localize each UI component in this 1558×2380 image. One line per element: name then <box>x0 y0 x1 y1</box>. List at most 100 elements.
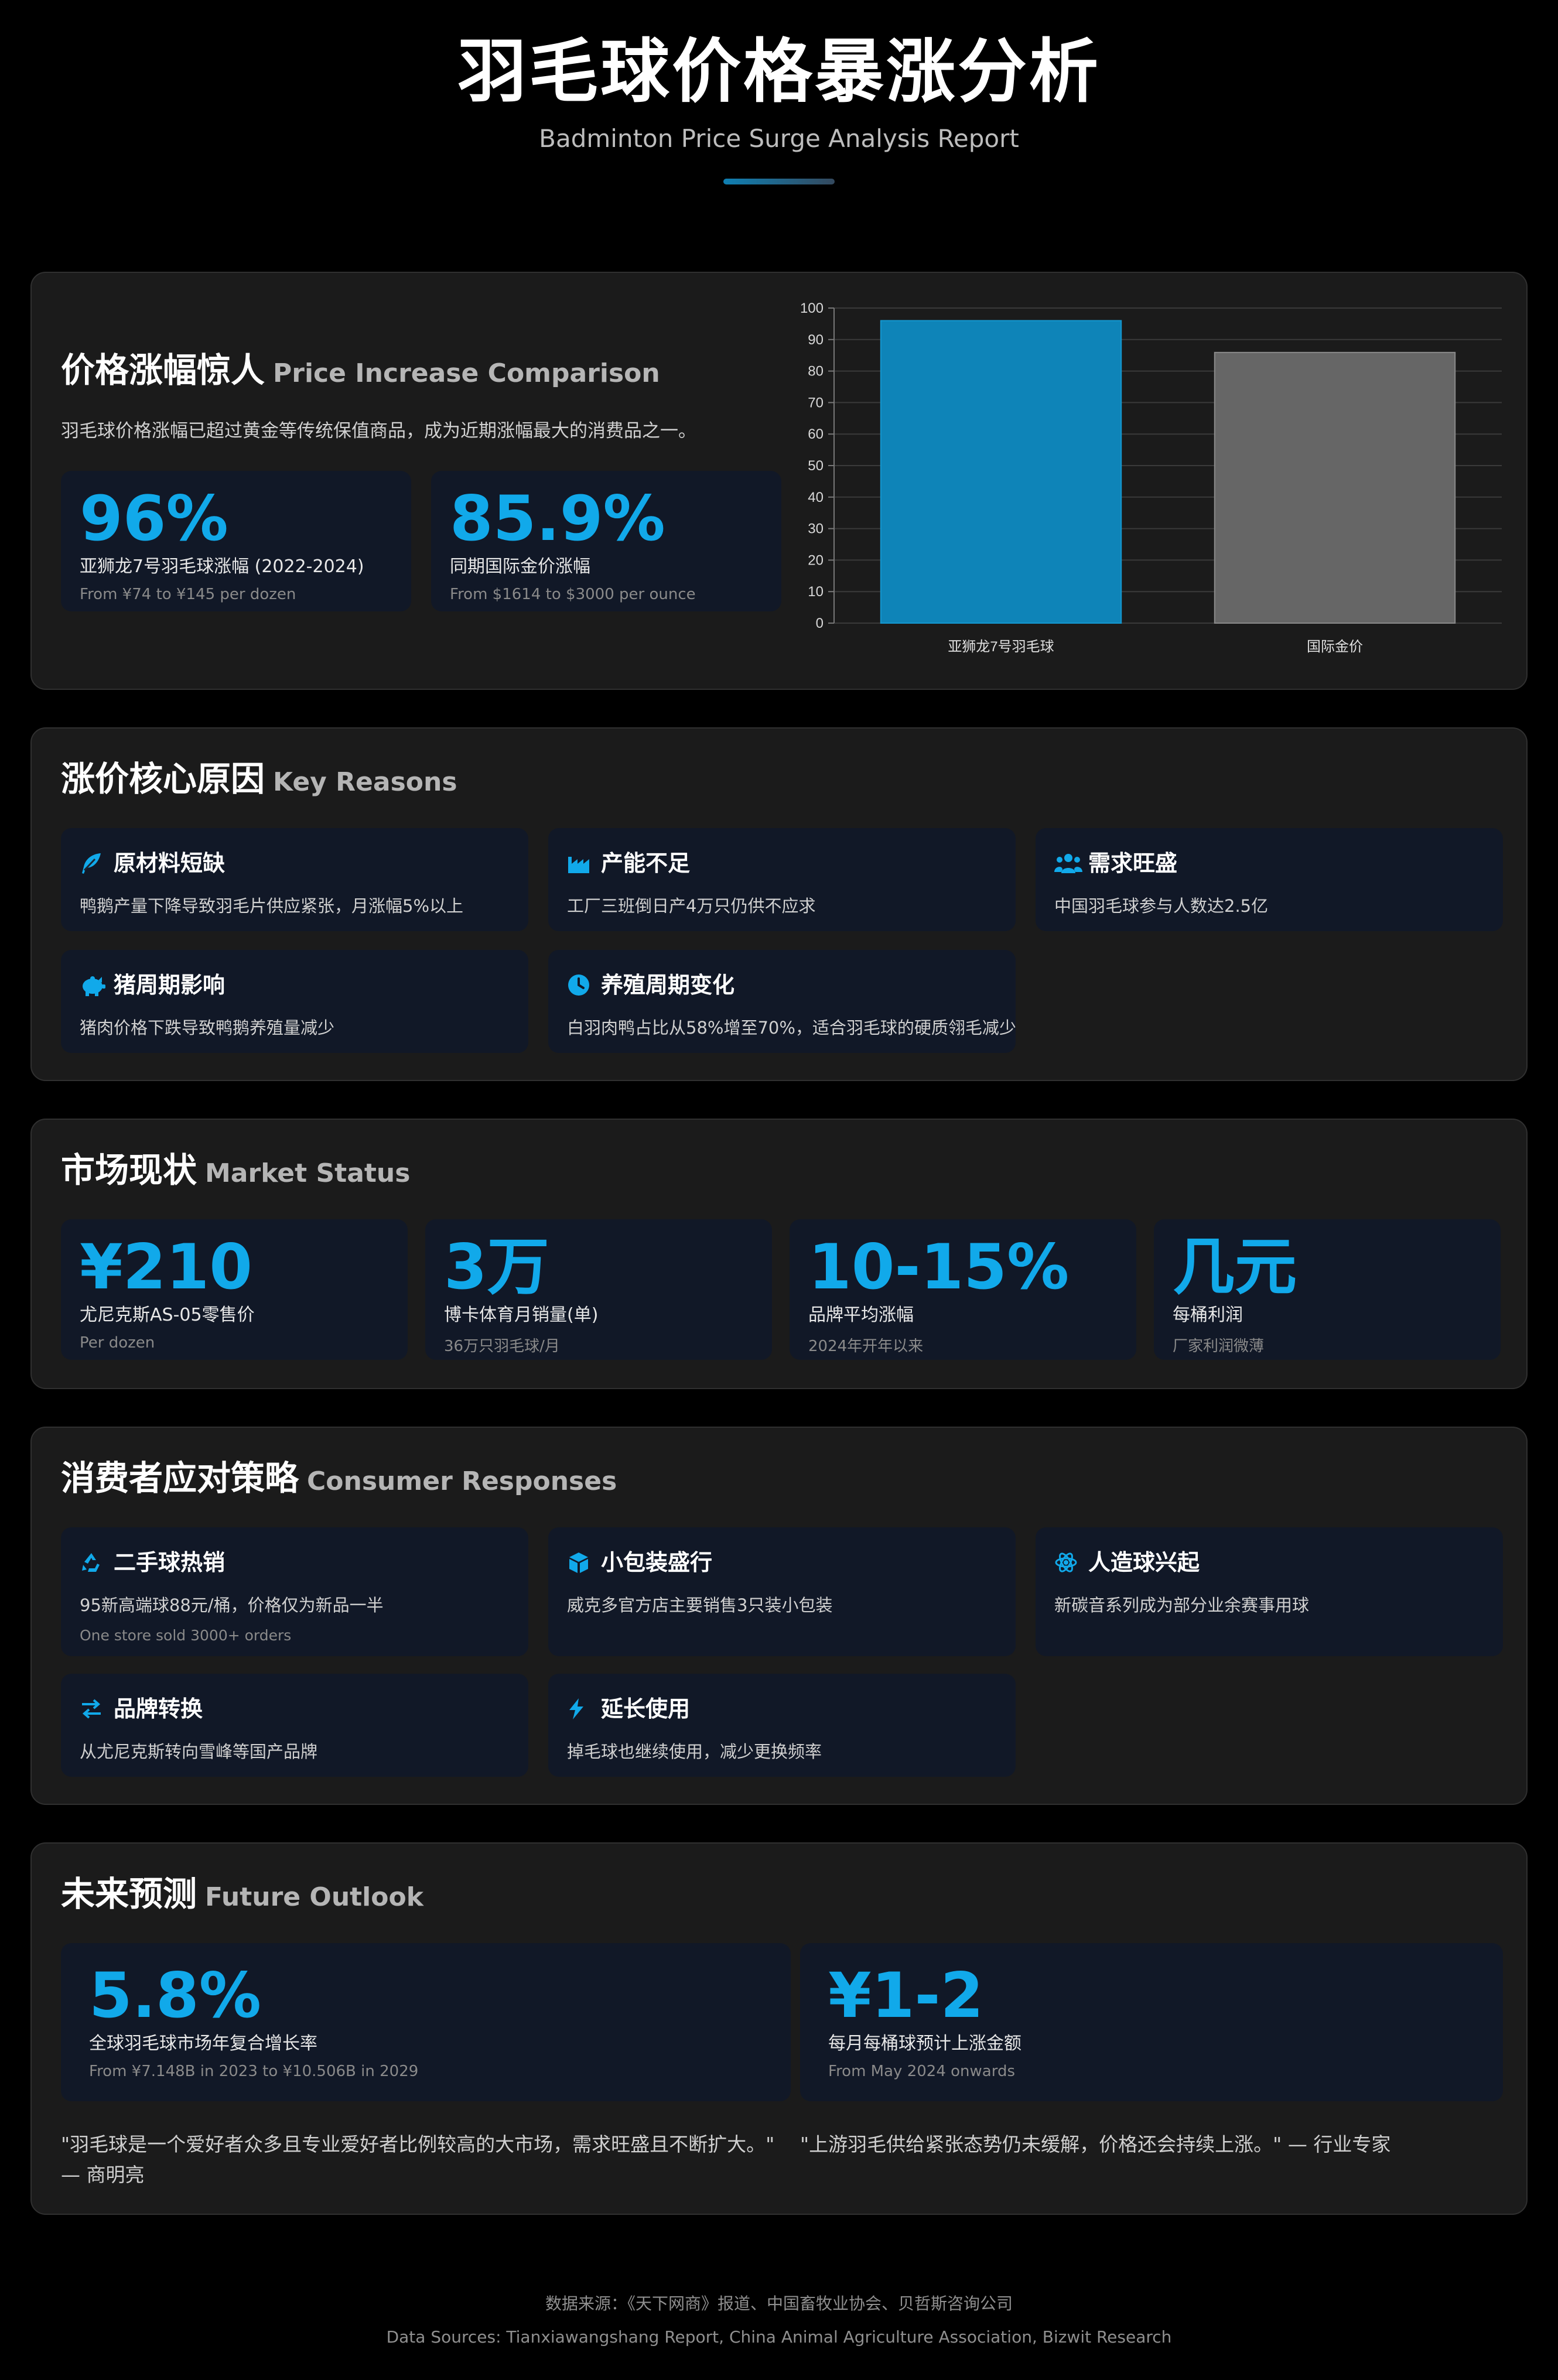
stat-note: From ¥74 to ¥145 per dozen <box>80 586 296 603</box>
response-desc: 新碳音系列成为部分业余赛事用球 <box>1054 1595 1310 1615</box>
page-subtitle: Badminton Price Surge Analysis Report <box>539 124 1019 153</box>
quote-author: — 商明亮 <box>61 2163 145 2186</box>
price-comparison-section: 价格涨幅惊人 Price Increase Comparison 羽毛球价格涨幅已… <box>30 272 1528 690</box>
stat-note: From $1614 to $3000 per ounce <box>450 586 696 603</box>
feather-icon <box>80 850 108 876</box>
market-stat-card: ¥210 尤尼克斯AS-05零售价 Per dozen <box>61 1219 408 1360</box>
reason-desc: 中国羽毛球参与人数达2.5亿 <box>1054 896 1269 916</box>
y-axis-tick-label: 50 <box>808 458 824 474</box>
response-title: 延长使用 <box>601 1696 691 1722</box>
price-increase-bar-chart: 0 10 20 30 40 50 60 70 80 90 100 亚狮龙7号羽毛球 国际金价 <box>800 300 1502 655</box>
response-title: 小包装盛行 <box>601 1550 713 1575</box>
key-reasons-section: 涨价核心原因 Key Reasons 原材料短缺 鸭鹅产量下降导致羽毛片供应紧张，… <box>30 727 1528 1081</box>
stat-label: 全球羽毛球市场年复合增长率 <box>89 2033 317 2054</box>
reason-desc: 白羽肉鸭占比从58%增至70%，适合羽毛球的硬质翎毛减少 <box>567 1018 1016 1038</box>
y-axis-tick-label: 40 <box>808 490 824 505</box>
market-stat-card: 几元 每桶利润 厂家利润微薄 <box>1154 1219 1501 1360</box>
section-title-cn: 价格涨幅惊人 <box>61 350 265 390</box>
users-icon <box>1054 850 1082 876</box>
response-desc: 威克多官方店主要销售3只装小包装 <box>567 1595 833 1615</box>
response-title: 二手球热销 <box>114 1550 226 1575</box>
section-title-en: Market Status <box>205 1158 411 1188</box>
recycle-icon <box>80 1550 108 1575</box>
section-title-cn: 涨价核心原因 <box>61 759 265 799</box>
y-axis-tick-label: 10 <box>808 584 824 600</box>
response-title: 品牌转换 <box>114 1696 203 1722</box>
piggy-bank-icon <box>80 972 108 998</box>
y-axis-tick-label: 20 <box>808 552 824 568</box>
response-desc: 掉毛球也继续使用，减少更换频率 <box>567 1742 822 1762</box>
x-axis-category-label: 亚狮龙7号羽毛球 <box>948 639 1054 655</box>
stat-note: 厂家利润微薄 <box>1173 1338 1265 1355</box>
reason-desc: 鸭鹅产量下降导致羽毛片供应紧张，月涨幅5%以上 <box>80 896 464 916</box>
stat-note: 2024年开年以来 <box>808 1338 924 1355</box>
title-divider <box>723 179 835 184</box>
stat-value: 5.8% <box>89 1960 261 2032</box>
stat-note: From ¥7.148B in 2023 to ¥10.506B in 2029 <box>89 2063 419 2080</box>
comparison-intro: 羽毛球价格涨幅已超过黄金等传统保值商品，成为近期涨幅最大的消费品之一。 <box>61 420 696 442</box>
y-axis-tick-label: 60 <box>808 426 824 442</box>
expert-quote: "羽毛球是一个爱好者众多且专业爱好者比例较高的大市场，需求旺盛且不断扩大。" —… <box>61 2129 781 2190</box>
bolt-icon <box>567 1696 595 1722</box>
stat-label: 尤尼克斯AS-05零售价 <box>80 1305 255 1325</box>
reason-title: 猪周期影响 <box>114 972 226 998</box>
response-card-synthetic: 人造球兴起 新碳音系列成为部分业余赛事用球 <box>1036 1527 1503 1656</box>
response-card-small-pack: 小包装盛行 威克多官方店主要销售3只装小包装 <box>548 1527 1016 1656</box>
data-sources-footer: 数据来源：《天下网商》报道、中国畜牧业协会、贝哲斯咨询公司 Data Sourc… <box>0 2291 1558 2347</box>
exchange-icon <box>80 1696 108 1722</box>
reason-title: 养殖周期变化 <box>601 972 735 998</box>
data-source-cn: 数据来源：《天下网商》报道、中国畜牧业协会、贝哲斯咨询公司 <box>545 2294 1013 2313</box>
chart-bar <box>1214 351 1456 624</box>
section-title: 价格涨幅惊人 Price Increase Comparison <box>61 349 660 395</box>
consumer-responses-section: 消费者应对策略 Consumer Responses 二手球热销 95新高端球88… <box>30 1427 1528 1805</box>
stat-label: 同期国际金价涨幅 <box>450 556 590 577</box>
factory-icon <box>567 850 595 876</box>
quote-text: "上游羽毛供给紧张态势仍未缓解，价格还会持续上涨。" — 行业专家 <box>800 2133 1391 2156</box>
response-desc: 从尤尼克斯转向雪峰等国产品牌 <box>80 1742 318 1762</box>
response-card-brand-switch: 品牌转换 从尤尼克斯转向雪峰等国产品牌 <box>61 1674 528 1777</box>
atom-icon <box>1054 1550 1082 1575</box>
market-stat-card: 3万 博卡体育月销量(单) 36万只羽毛球/月 <box>425 1219 772 1360</box>
response-card-second-hand: 二手球热销 95新高端球88元/桶，价格仅为新品一半 One store sol… <box>61 1527 528 1656</box>
future-outlook-section: 未来预测 Future Outlook 5.8% 全球羽毛球市场年复合增长率 Fr… <box>30 1842 1528 2215</box>
section-title-cn: 市场现状 <box>61 1150 197 1190</box>
box-icon <box>567 1550 595 1575</box>
outlook-stat-card-growth: 5.8% 全球羽毛球市场年复合增长率 From ¥7.148B in 2023 … <box>61 1943 791 2101</box>
stat-label: 每桶利润 <box>1173 1305 1243 1325</box>
section-title: 消费者应对策略 Consumer Responses <box>61 1457 617 1503</box>
page-title: 羽毛球价格暴涨分析 <box>457 31 1101 112</box>
reason-title: 需求旺盛 <box>1088 850 1178 876</box>
y-axis-tick-label: 90 <box>808 332 824 348</box>
y-axis-tick-label: 30 <box>808 521 824 537</box>
reason-card-demand: 需求旺盛 中国羽毛球参与人数达2.5亿 <box>1036 828 1503 931</box>
stat-card-gold-increase: 85.9% 同期国际金价涨幅 From $1614 to $3000 per o… <box>431 471 781 611</box>
expert-quote: "上游羽毛供给紧张态势仍未缓解，价格还会持续上涨。" — 行业专家 <box>800 2129 1503 2160</box>
y-axis-tick-label: 80 <box>808 364 824 379</box>
reason-desc: 工厂三班倒日产4万只仍供不应求 <box>567 896 816 916</box>
quote-text: "羽毛球是一个爱好者众多且专业爱好者比例较高的大市场，需求旺盛且不断扩大。" <box>61 2133 775 2156</box>
y-axis-tick-label: 100 <box>800 300 824 316</box>
section-title: 涨价核心原因 Key Reasons <box>61 758 457 803</box>
x-axis-category-label: 国际金价 <box>1307 639 1363 655</box>
section-title-en: Price Increase Comparison <box>273 358 660 388</box>
market-status-section: 市场现状 Market Status ¥210 尤尼克斯AS-05零售价 Per … <box>30 1119 1528 1389</box>
stat-note: 36万只羽毛球/月 <box>444 1338 560 1355</box>
stat-value: 3万 <box>444 1231 549 1303</box>
stat-label: 亚狮龙7号羽毛球涨幅 (2022-2024) <box>80 556 364 577</box>
reason-title: 原材料短缺 <box>114 850 226 876</box>
section-title: 未来预测 Future Outlook <box>61 1873 423 1919</box>
stat-note: From May 2024 onwards <box>828 2063 1015 2080</box>
data-source-en: Data Sources: Tianxiawangshang Report, C… <box>386 2327 1172 2347</box>
reason-card-pig-cycle: 猪周期影响 猪肉价格下跌导致鸭鹅养殖量减少 <box>61 950 528 1053</box>
reason-desc: 猪肉价格下跌导致鸭鹅养殖量减少 <box>80 1018 335 1038</box>
section-title-en: Key Reasons <box>273 767 457 797</box>
y-axis-tick-label: 70 <box>808 395 824 411</box>
page-header: 羽毛球价格暴涨分析 Badminton Price Surge Analysis… <box>0 0 1558 184</box>
reason-title: 产能不足 <box>601 850 691 876</box>
response-card-extend-use: 延长使用 掉毛球也继续使用，减少更换频率 <box>548 1674 1016 1777</box>
response-note: One store sold 3000+ orders <box>80 1627 292 1644</box>
section-title-en: Consumer Responses <box>307 1466 617 1496</box>
stat-value: 96% <box>80 483 228 555</box>
reason-card-raw-material: 原材料短缺 鸭鹅产量下降导致羽毛片供应紧张，月涨幅5%以上 <box>61 828 528 931</box>
clock-icon <box>567 972 595 998</box>
